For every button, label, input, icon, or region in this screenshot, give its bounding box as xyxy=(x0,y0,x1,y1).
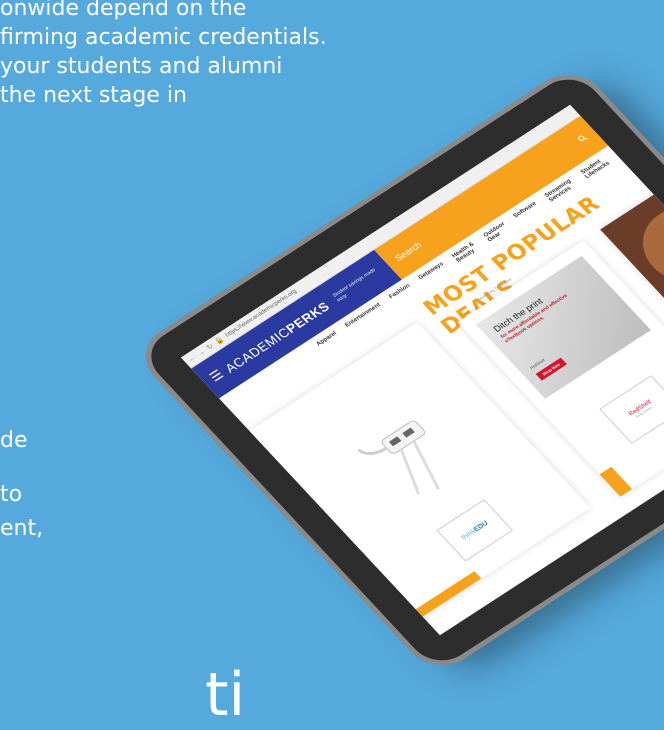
usb-adapter-image xyxy=(357,420,441,495)
hamburger-menu-icon[interactable]: ☰ xyxy=(206,367,227,385)
bg-line-1: onwide depend on the xyxy=(0,0,247,21)
search-input[interactable]: Search xyxy=(393,240,424,263)
reload-icon[interactable]: ↻ xyxy=(205,342,216,351)
bg-bottom-fragment: ti xyxy=(205,660,246,730)
back-icon[interactable]: ← xyxy=(187,354,198,363)
tablet-screen: ← → ↻ 🔒 https://www.academicperks.org ☰ … xyxy=(180,104,664,636)
redshelf-logo[interactable]: RedShelf Study smarter xyxy=(599,375,664,444)
bg-fragment-2: to xyxy=(0,482,23,507)
tablet-device: ← → ↻ 🔒 https://www.academicperks.org ☰ … xyxy=(138,68,664,672)
thinkedu-logo[interactable]: think EDU xyxy=(436,499,514,562)
bg-fragment-1: de xyxy=(0,428,28,453)
bg-line-2: firming academic credentials. xyxy=(0,25,327,50)
card-accent xyxy=(415,571,482,617)
lock-icon: 🔒 xyxy=(213,336,226,347)
bg-line-4: the next stage in xyxy=(0,83,187,108)
bg-fragment-3: ent, xyxy=(0,516,44,541)
card-accent xyxy=(599,466,633,497)
forward-icon[interactable]: → xyxy=(196,348,207,357)
search-icon[interactable] xyxy=(576,133,588,143)
bg-line-3: your students and alumni xyxy=(0,54,283,79)
background-copy: onwide depend on the firming academic cr… xyxy=(0,0,327,110)
